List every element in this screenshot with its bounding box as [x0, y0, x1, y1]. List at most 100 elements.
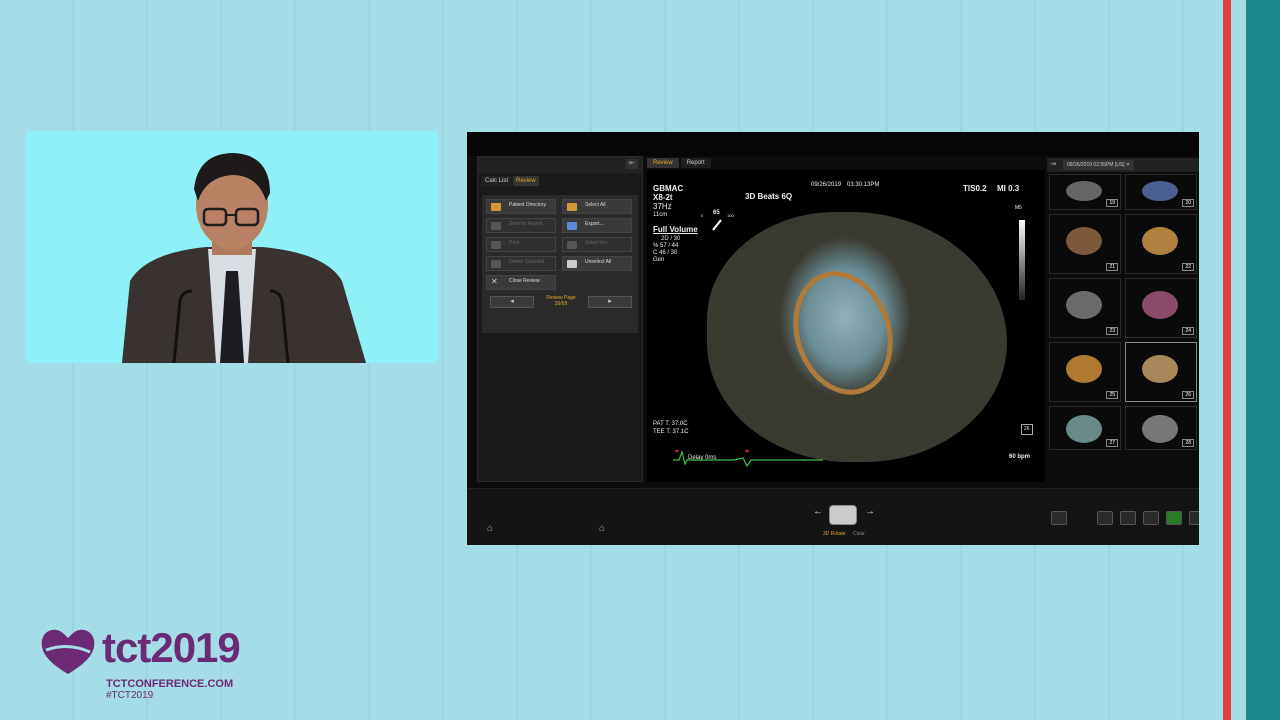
pin-icon[interactable]: ⇤ — [626, 159, 638, 169]
unselect-all-button[interactable]: Unselect All — [562, 256, 632, 271]
image-time: 03:30:13PM — [847, 182, 880, 188]
mode-label: Full Volume — [653, 225, 698, 234]
select-inv-button[interactable]: Select Inv... — [562, 237, 632, 252]
image-date: 09/26/2019 — [811, 182, 842, 188]
delete-icon — [491, 260, 501, 268]
gauge-value: 65 — [713, 210, 720, 216]
button-label: Select All — [585, 202, 606, 208]
tee-temperature: TEE T: 37.1C — [653, 429, 689, 435]
thumbnail-number: 25 — [1106, 391, 1118, 399]
rotate-left-arrow-icon[interactable]: ← — [813, 506, 823, 517]
thumbnail[interactable]: 24 — [1125, 278, 1197, 338]
tool-icon[interactable] — [1097, 511, 1113, 525]
thumbnail-number: 24 — [1182, 327, 1194, 335]
close-icon: ✕ — [491, 277, 498, 286]
thumbnail[interactable]: 23 — [1049, 278, 1121, 338]
thumbnail-image — [1142, 181, 1178, 201]
delete-selected-button[interactable]: Delete Selected — [486, 256, 556, 271]
gauge-needle-icon — [712, 219, 722, 231]
thumbnail[interactable]: 27 — [1049, 406, 1121, 450]
teal-stripe — [1246, 0, 1280, 720]
speaker-illustration — [122, 153, 366, 363]
review-page-value: 26/69 — [554, 301, 568, 307]
button-label: Select Inv... — [585, 240, 611, 246]
thumbnail[interactable]: 19 — [1049, 174, 1121, 210]
image-title: 3D Beats 6Q — [745, 192, 793, 201]
frame-badge: 26 — [1021, 424, 1033, 435]
colorbar-label: M5 — [1015, 205, 1022, 211]
thumbnail[interactable]: 28 — [1125, 406, 1197, 450]
rotate-right-arrow-icon[interactable]: → — [865, 506, 875, 517]
3d-rotate-button[interactable] — [829, 505, 857, 525]
grayscale-bar — [1019, 220, 1025, 300]
param-frequency: Gen — [653, 257, 665, 263]
folder-icon — [491, 203, 501, 211]
review-panel-header: ⇤ — [478, 157, 642, 173]
tab-calc-list[interactable]: Calc List — [482, 176, 512, 186]
button-label: Close Review — [509, 278, 540, 284]
review-page-indicator: Review Page 26/69 — [536, 295, 586, 307]
select-all-button[interactable]: Select All — [562, 199, 632, 214]
thumbnail-number: 23 — [1106, 327, 1118, 335]
review-buttons-group: Patient Directory Select All Send to Rep… — [482, 195, 638, 333]
clear-label[interactable]: Clear — [853, 531, 865, 537]
gauge-max: 100 — [727, 213, 734, 218]
valve-ring — [777, 258, 909, 408]
tab-report[interactable]: Report — [680, 158, 711, 168]
delay-label: Delay 0ms — [688, 455, 717, 461]
tis-value: TIS0.2 — [963, 184, 987, 193]
thumbnail-image — [1066, 355, 1102, 383]
unselect-icon — [567, 260, 577, 268]
battery-icon — [1166, 511, 1182, 525]
tab-review-image[interactable]: Review — [647, 158, 679, 168]
thumbnail-selected[interactable]: 26 — [1125, 342, 1197, 402]
thumbnail-strip: 19 20 21 22 23 24 25 26 27 28 — [1049, 174, 1199, 482]
ultrasound-image[interactable]: GBMAC X8-2t 37Hz 11cm 3D Beats 6Q 09/26/… — [647, 170, 1045, 482]
site-label: GBMAC — [653, 184, 684, 193]
conference-hashtag: #TCT2019 — [106, 690, 154, 701]
bottom-toolbar: ⌂ ⌂ ← → 3D Rotate Clear — [467, 488, 1199, 545]
frame-rate: 37Hz — [653, 202, 672, 211]
thumbnail[interactable]: 20 — [1125, 174, 1197, 210]
thumbnail-image — [1066, 227, 1102, 255]
thumbnail-image — [1066, 181, 1102, 201]
thumbnail[interactable]: 21 — [1049, 214, 1121, 274]
review-panel: ⇤ Calc List Review Patient Directory Sel… — [477, 156, 643, 482]
thumbnail-image — [1142, 355, 1178, 383]
depth: 11cm — [653, 212, 668, 218]
report-icon — [491, 222, 501, 230]
thumbnail-number: 28 — [1182, 439, 1194, 447]
export-button[interactable]: Export... — [562, 218, 632, 233]
button-label: Print — [509, 240, 520, 246]
print-button[interactable]: Print — [486, 237, 556, 252]
home-icon[interactable]: ⌂ — [487, 523, 503, 537]
conference-website: TCTCONFERENCE.COM — [106, 678, 234, 690]
print-icon — [491, 241, 501, 249]
thumbnail-header: ⇥ 09/26/2019 02:55PM [US] ✕ — [1047, 158, 1199, 172]
button-label: Delete Selected — [509, 259, 545, 265]
select-icon — [567, 241, 577, 249]
previous-page-button[interactable]: ◂ — [490, 296, 534, 308]
thumbnail-number: 27 — [1106, 439, 1118, 447]
print-icon[interactable] — [1143, 511, 1159, 525]
ultrasound-screen: ⇤ Calc List Review Patient Directory Sel… — [467, 132, 1199, 545]
button-label: Unselect All — [585, 259, 612, 265]
home-alt-icon[interactable]: ⌂ — [599, 523, 615, 537]
button-label: Export... — [585, 221, 604, 227]
checkbox-icon — [567, 203, 577, 211]
patient-directory-button[interactable]: Patient Directory — [486, 199, 556, 214]
tab-review[interactable]: Review — [513, 176, 539, 186]
next-page-button[interactable]: ▸ — [588, 296, 632, 308]
camera-icon[interactable] — [1051, 511, 1067, 525]
pin-icon[interactable]: ⇥ — [1050, 160, 1060, 169]
3d-heart-volume-render — [707, 212, 1007, 462]
copy-icon[interactable] — [1120, 511, 1136, 525]
exam-date-tab[interactable]: 09/26/2019 02:55PM [US] ✕ — [1063, 160, 1135, 170]
thumbnail-number: 19 — [1106, 199, 1118, 207]
thumbnail[interactable]: 22 — [1125, 214, 1197, 274]
display-icon[interactable] — [1189, 511, 1199, 525]
speaker-video — [26, 131, 438, 363]
close-review-button[interactable]: ✕ Close Review — [486, 275, 556, 290]
send-to-report-button[interactable]: Send to Report — [486, 218, 556, 233]
thumbnail[interactable]: 25 — [1049, 342, 1121, 402]
